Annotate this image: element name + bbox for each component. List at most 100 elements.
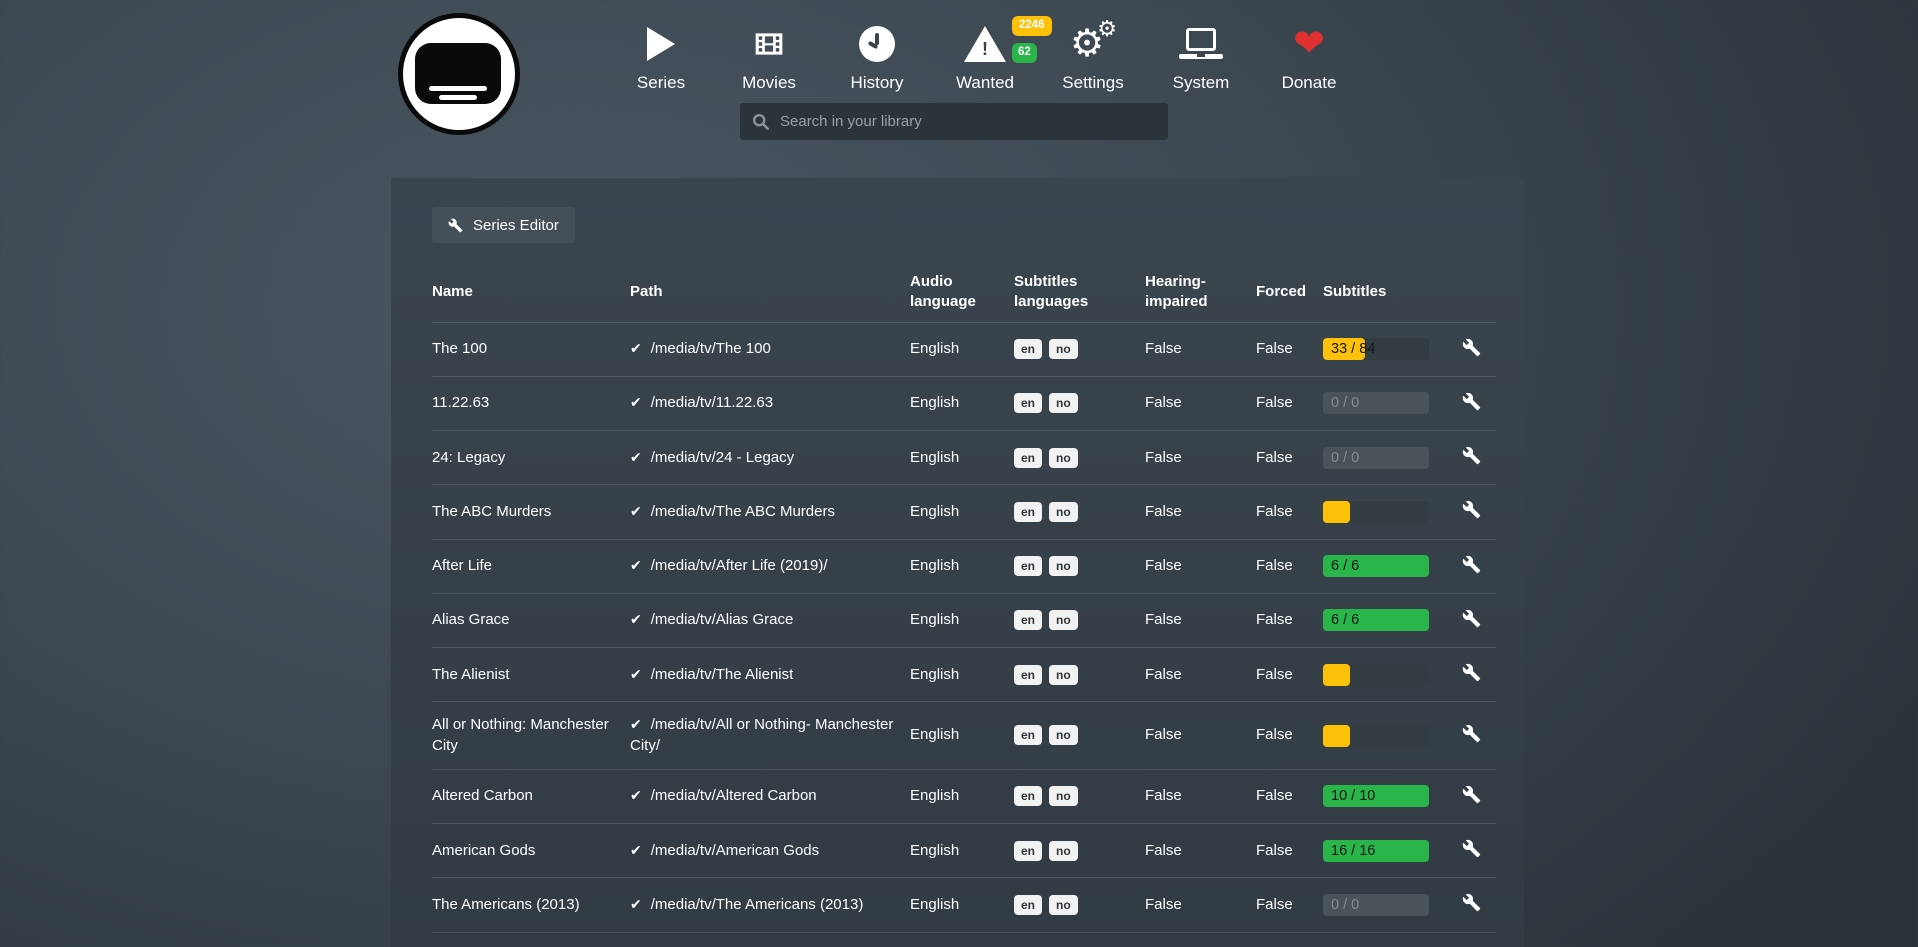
subtitles-languages-cell: enno xyxy=(1014,769,1145,823)
series-name-cell: American Gods xyxy=(432,824,630,878)
forced-cell: False xyxy=(1256,376,1323,430)
audio-language-cell: English xyxy=(910,593,1014,647)
path-exists-check-icon: ✔ xyxy=(630,394,642,410)
actions-cell xyxy=(1452,702,1496,770)
search-input[interactable] xyxy=(780,113,1156,130)
audio-language-cell: English xyxy=(910,322,1014,376)
edit-series-button[interactable] xyxy=(1452,661,1481,685)
actions-cell xyxy=(1452,322,1496,376)
audio-language-cell: English xyxy=(910,824,1014,878)
edit-series-button[interactable] xyxy=(1452,336,1481,360)
series-editor-button[interactable]: Series Editor xyxy=(432,207,575,243)
subtitles-progress-cell xyxy=(1323,702,1452,770)
series-path-cell: ✔/media/tv/The Americans (2013) xyxy=(630,878,910,932)
edit-series-button[interactable] xyxy=(1452,722,1481,746)
path-exists-check-icon: ✔ xyxy=(630,449,642,465)
subtitles-progress-bar xyxy=(1323,725,1429,747)
wrench-icon xyxy=(1462,446,1481,465)
language-badge: no xyxy=(1049,786,1078,806)
subtitles-progress-bar: 33 / 84 xyxy=(1323,338,1429,360)
column-header: Path xyxy=(630,262,910,322)
forced-cell: False xyxy=(1256,593,1323,647)
logo-subtitle-line xyxy=(429,86,487,91)
edit-series-button[interactable] xyxy=(1452,553,1481,577)
actions-cell xyxy=(1452,485,1496,539)
subtitles-progress-bar: 16 / 16 xyxy=(1323,840,1429,862)
actions-cell xyxy=(1452,376,1496,430)
hearing-impaired-cell: False xyxy=(1145,376,1256,430)
audio-language-cell: English xyxy=(910,376,1014,430)
table-row: After Life✔/media/tv/After Life (2019)/E… xyxy=(432,539,1496,593)
wrench-icon xyxy=(1462,555,1481,574)
clock-icon xyxy=(823,18,931,70)
table-row: The 100✔/media/tv/The 100EnglishennoFals… xyxy=(432,322,1496,376)
edit-series-button[interactable] xyxy=(1452,498,1481,522)
subtitles-progress-cell: 16 / 16 xyxy=(1323,824,1452,878)
wrench-icon xyxy=(1462,500,1481,519)
column-header: Forced xyxy=(1256,262,1323,322)
forced-cell: False xyxy=(1256,702,1323,770)
wrench-icon xyxy=(1462,663,1481,682)
subtitles-progress-bar: 0 / 0 xyxy=(1323,894,1429,916)
edit-series-button[interactable] xyxy=(1452,607,1481,631)
table-row: Alias Grace✔/media/tv/Alias GraceEnglish… xyxy=(432,593,1496,647)
language-badge: en xyxy=(1014,665,1042,685)
edit-series-button[interactable] xyxy=(1452,891,1481,915)
series-name-cell: 24: Legacy xyxy=(432,431,630,485)
series-path-cell: ✔/media/tv/The ABC Murders xyxy=(630,485,910,539)
forced-cell: False xyxy=(1256,648,1323,702)
nav-item-donate[interactable]: ❤ Donate xyxy=(1255,18,1363,93)
actions-cell xyxy=(1452,593,1496,647)
table-row: 11.22.63✔/media/tv/11.22.63EnglishennoFa… xyxy=(432,376,1496,430)
actions-cell xyxy=(1452,431,1496,485)
language-badge: en xyxy=(1014,610,1042,630)
path-exists-check-icon: ✔ xyxy=(630,340,642,356)
nav-item-settings[interactable]: ⚙⚙ Settings xyxy=(1039,18,1147,93)
subtitles-progress-label: 10 / 10 xyxy=(1331,785,1375,807)
edit-series-button[interactable] xyxy=(1452,444,1481,468)
language-badge: no xyxy=(1049,502,1078,522)
language-badge: no xyxy=(1049,448,1078,468)
app-logo[interactable] xyxy=(398,13,520,135)
subtitles-progress-cell: 0 / 0 xyxy=(1323,376,1452,430)
forced-cell: False xyxy=(1256,769,1323,823)
subtitles-progress-bar xyxy=(1323,501,1429,523)
path-exists-check-icon: ✔ xyxy=(630,666,642,682)
language-badge: no xyxy=(1049,393,1078,413)
nav-item-history[interactable]: History xyxy=(823,18,931,93)
nav-item-system[interactable]: System xyxy=(1147,18,1255,93)
path-exists-check-icon: ✔ xyxy=(630,503,642,519)
edit-series-button[interactable] xyxy=(1452,783,1481,807)
wanted-movies-count-badge: 62 xyxy=(1012,43,1037,63)
laptop-icon xyxy=(1147,18,1255,70)
subtitles-progress-cell xyxy=(1323,648,1452,702)
actions-cell xyxy=(1452,769,1496,823)
subtitles-progress-cell xyxy=(1323,485,1452,539)
nav-label: Donate xyxy=(1255,73,1363,93)
language-badge: en xyxy=(1014,393,1042,413)
nav-item-series[interactable]: Series xyxy=(607,18,715,93)
actions-cell xyxy=(1452,824,1496,878)
subtitles-progress-label: 0 / 0 xyxy=(1331,894,1359,916)
wrench-icon xyxy=(1462,609,1481,628)
edit-series-button[interactable] xyxy=(1452,390,1481,414)
hearing-impaired-cell: False xyxy=(1145,878,1256,932)
hearing-impaired-cell: False xyxy=(1145,322,1256,376)
series-name-cell: Another Life (2019) xyxy=(432,932,630,947)
hearing-impaired-cell: False xyxy=(1145,431,1256,485)
column-header: Hearing-impaired xyxy=(1145,262,1256,322)
edit-series-button[interactable] xyxy=(1452,837,1481,861)
series-name-cell: The ABC Murders xyxy=(432,485,630,539)
language-badge: en xyxy=(1014,841,1042,861)
nav-item-wanted[interactable]: ! Wanted 2246 62 xyxy=(931,18,1039,93)
wrench-icon xyxy=(1462,839,1481,858)
table-row: The Alienist✔/media/tv/The AlienistEngli… xyxy=(432,648,1496,702)
audio-language-cell: English xyxy=(910,878,1014,932)
actions-cell xyxy=(1452,539,1496,593)
table-row: American Gods✔/media/tv/American GodsEng… xyxy=(432,824,1496,878)
nav-item-movies[interactable]: Movies xyxy=(715,18,823,93)
forced-cell: False xyxy=(1256,539,1323,593)
wrench-icon xyxy=(1462,785,1481,804)
hearing-impaired-cell: False xyxy=(1145,485,1256,539)
table-header-row: NamePathAudio languageSubtitles language… xyxy=(432,262,1496,322)
